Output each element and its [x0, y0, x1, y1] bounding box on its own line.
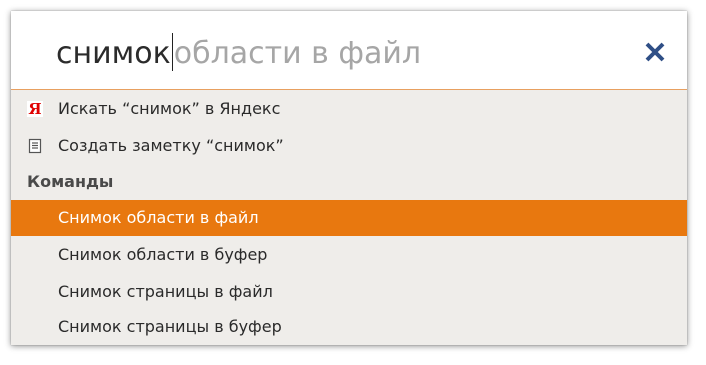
suggestion-label: Создать заметку “снимок”	[58, 136, 284, 155]
text-caret	[171, 33, 173, 71]
command-item-page-to-clipboard[interactable]: Снимок страницы в буфер	[11, 309, 687, 345]
suggestion-create-note[interactable]: Создать заметку “снимок”	[11, 128, 687, 164]
command-label: Снимок области в файл	[58, 208, 259, 227]
commands-section-header: Команды	[27, 172, 114, 191]
typed-query: снимок	[56, 36, 171, 71]
command-label: Снимок страницы в буфер	[58, 317, 282, 336]
command-item-page-to-file[interactable]: Снимок страницы в файл	[11, 274, 687, 310]
note-icon	[28, 138, 42, 154]
close-icon	[645, 42, 665, 62]
close-button[interactable]	[644, 41, 666, 63]
search-input[interactable]: снимок области в файл	[56, 33, 421, 72]
yandex-icon: Я	[27, 100, 43, 118]
autocomplete-hint: области в файл	[173, 36, 422, 71]
suggestion-search-yandex[interactable]: Я Искать “снимок” в Яндекс	[11, 91, 687, 127]
command-label: Снимок страницы в файл	[58, 282, 273, 301]
command-label: Снимок области в буфер	[58, 245, 268, 264]
command-item-area-to-clipboard[interactable]: Снимок области в буфер	[11, 237, 687, 273]
suggestion-label: Искать “снимок” в Яндекс	[58, 99, 281, 118]
command-item-area-to-file[interactable]: Снимок области в файл	[11, 200, 687, 236]
search-bar[interactable]: снимок области в файл	[11, 11, 687, 90]
command-palette: снимок области в файл Я Искать “снимок” в…	[11, 11, 687, 345]
